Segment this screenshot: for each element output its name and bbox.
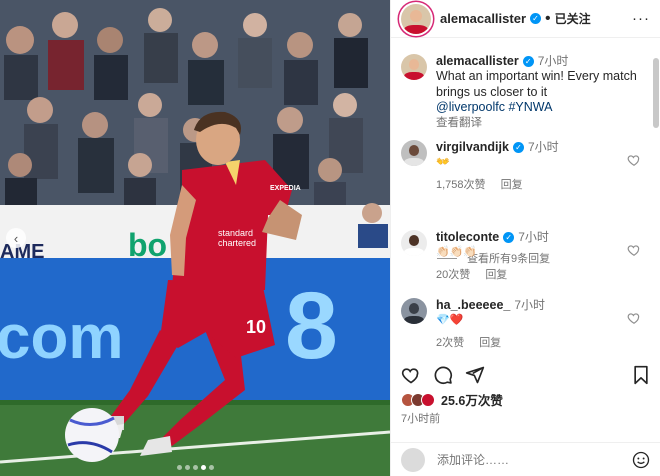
current-user-avatar (401, 447, 425, 472)
verified-icon: ✓ (503, 232, 515, 243)
caption-username[interactable]: alemacallister (436, 54, 519, 68)
carousel-indicator (0, 465, 390, 470)
carousel-dot (184, 465, 190, 470)
carousel-dot (176, 465, 182, 470)
board-text-com: com (0, 303, 123, 372)
caption-line-1: What an important win! Every match (436, 69, 637, 83)
more-icon[interactable]: ··· (632, 10, 650, 27)
post-header: alemacallister ✓ • 已关注 ··· (391, 0, 660, 38)
like-heart-icon[interactable] (401, 365, 421, 385)
comment-likes[interactable]: 1,758次赞 (436, 179, 486, 191)
commenter-username[interactable]: ha_.beeeee_ (436, 298, 510, 312)
verified-icon: ✓ (522, 56, 534, 67)
caption-line-2: brings us closer to it (436, 84, 548, 99)
comment-likes[interactable]: 2次赞 (436, 337, 464, 349)
commenter-username[interactable]: titoleconte (436, 230, 499, 244)
comment-text: 👏🏻👏🏻👏🏻 (436, 246, 478, 258)
share-icon[interactable] (465, 365, 485, 385)
caption: alemacallister ✓ 7小时 What an important win… (401, 54, 641, 131)
comment-text: 💎❤️ (436, 314, 464, 326)
author-username[interactable]: alemacallister (440, 11, 526, 26)
liker-avatar (421, 392, 435, 407)
author-avatar-small[interactable] (401, 54, 427, 80)
commenter-username[interactable]: virgilvandijk (436, 140, 509, 154)
commenter-avatar[interactable] (401, 230, 427, 256)
instagram-post-view: AME bo com 8 10 standard chartered EXPED… (0, 0, 660, 476)
hashtag-link[interactable]: #YNWA (508, 100, 552, 114)
comment-icon[interactable] (433, 365, 453, 385)
action-bar (401, 363, 650, 387)
translate-link[interactable]: 查看翻译 (436, 116, 641, 131)
following-button[interactable]: 已关注 (555, 10, 591, 27)
add-comment-input[interactable] (437, 452, 632, 467)
bookmark-icon[interactable] (632, 365, 650, 385)
commenter-avatar[interactable] (401, 140, 427, 166)
heart-icon[interactable] (627, 153, 641, 167)
shorts-number: 10 (246, 317, 266, 337)
mention-link[interactable]: @liverpoolfc (436, 100, 505, 114)
reply-button[interactable]: 回复 (501, 179, 523, 191)
football-photo: AME bo com 8 10 standard chartered EXPED… (0, 0, 390, 476)
reply-button[interactable]: 回复 (479, 337, 501, 349)
comment-item: virgilvandijk ✓ 7小时 👐 1,758次赞 回复 (401, 140, 641, 193)
comment-time: 7小时 (514, 298, 546, 312)
emoji-icon[interactable] (632, 451, 650, 469)
comments-list: alemacallister ✓ 7小时 What an important win… (391, 44, 653, 356)
comments-scrollbar[interactable] (653, 58, 659, 128)
comment-item: titoleconte ✓ 7小时 👏🏻👏🏻👏🏻 20次赞 回复 (401, 230, 641, 283)
comment-likes[interactable]: 20次赞 (436, 269, 470, 281)
carousel-prev-button[interactable]: ‹ (6, 228, 26, 248)
add-comment-bar (391, 442, 660, 476)
comment-time: 7小时 (518, 230, 549, 244)
sponsor-line1: standard (218, 228, 253, 238)
author-avatar[interactable] (401, 3, 431, 34)
reply-button[interactable]: 回复 (485, 269, 507, 281)
caption-time: 7小时 (537, 54, 569, 68)
sponsor-line2: chartered (218, 238, 256, 248)
sleeve-sponsor: EXPEDIA (270, 185, 301, 192)
heart-icon[interactable] (627, 311, 641, 325)
board-text-bo: bo (128, 227, 167, 263)
post-timestamp: 7小时前 (401, 413, 441, 425)
likes-count: 25.6万次赞 (441, 394, 503, 408)
heart-icon[interactable] (627, 243, 641, 257)
likes-summary[interactable]: 25.6万次赞 (401, 390, 503, 409)
board-text-8: 8 (285, 273, 338, 379)
carousel-dot (208, 465, 214, 470)
commenter-avatar[interactable] (401, 298, 427, 324)
carousel-dot (192, 465, 198, 470)
chevron-left-icon: ‹ (13, 230, 19, 246)
carousel-dot-active (200, 465, 206, 470)
verified-icon: ✓ (512, 142, 524, 153)
comment-item: ha_.beeeee_ 7小时 💎❤️ 2次赞 回复 (401, 298, 641, 351)
verified-icon: ✓ (530, 13, 542, 24)
post-side-panel: alemacallister ✓ • 已关注 ··· alemacalliste… (390, 0, 660, 476)
comment-text: 👐 (436, 156, 450, 168)
comment-time: 7小时 (527, 140, 559, 154)
post-photo[interactable]: AME bo com 8 10 standard chartered EXPED… (0, 0, 390, 476)
